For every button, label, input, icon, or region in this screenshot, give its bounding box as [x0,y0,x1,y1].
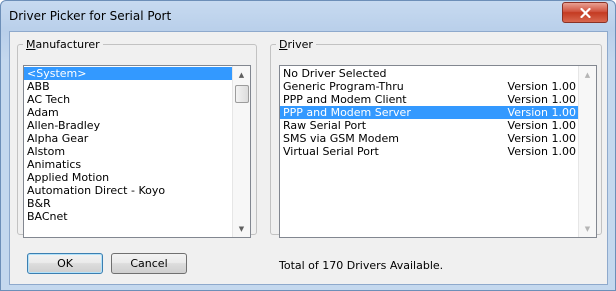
scroll-down-arrow-icon[interactable]: ▼ [233,220,250,237]
driver-version: Version 1.00 [507,106,576,119]
manufacturer-list-item[interactable]: <System> [24,67,233,80]
driver-version: Version 1.00 [507,119,576,132]
dialog-client-area: Manufacturer Driver <System> ABB AC Tech Ad… [9,31,608,285]
driver-list-item[interactable]: PPP and Modem Client Version 1.00 [280,93,579,106]
driver-list-item[interactable]: Generic Program-Thru Version 1.00 [280,80,579,93]
drivers-available-status: Total of 170 Drivers Available. [279,259,444,272]
driver-version: Version 1.00 [507,145,576,158]
title-bar[interactable]: Driver Picker for Serial Port [1,1,615,31]
manufacturer-list-item[interactable]: Allen-Bradley [24,119,233,132]
manufacturer-list-item[interactable]: B&R [24,197,233,210]
manufacturer-list-item[interactable]: Adam [24,106,233,119]
manufacturer-list-item[interactable]: Automation Direct - Koyo [24,184,233,197]
manufacturer-list-item[interactable]: BACnet [24,210,233,223]
driver-name: SMS via GSM Modem [283,132,399,145]
close-icon [579,7,591,18]
dialog-window: Driver Picker for Serial Port Manufactur… [0,0,616,291]
driver-list-item[interactable]: Raw Serial Port Version 1.00 [280,119,579,132]
close-button[interactable] [562,2,608,23]
manufacturer-list-item[interactable]: Alpha Gear [24,132,233,145]
driver-list-item[interactable]: Virtual Serial Port Version 1.00 [280,145,579,158]
driver-items: No Driver Selected Generic Program-Thru Ve… [280,67,579,158]
scroll-up-arrow-icon[interactable]: ▲ [579,66,596,83]
driver-list-item[interactable]: SMS via GSM Modem Version 1.00 [280,132,579,145]
scroll-thumb[interactable] [235,85,249,103]
manufacturer-list-item[interactable]: Alstom [24,145,233,158]
manufacturer-scrollbar[interactable]: ▲ ▼ [232,66,250,237]
driver-version: Version 1.00 [507,132,576,145]
scroll-up-arrow-icon[interactable]: ▲ [233,66,250,83]
ok-button[interactable]: OK [27,253,103,274]
driver-name: Generic Program-Thru [283,80,404,93]
manufacturer-listbox[interactable]: <System> ABB AC Tech Adam Allen-Bradley Alpha… [23,65,251,238]
driver-name: Virtual Serial Port [283,145,379,158]
window-title: Driver Picker for Serial Port [9,9,172,23]
driver-listbox[interactable]: No Driver Selected Generic Program-Thru Ve… [279,65,597,238]
manufacturer-group-label: Manufacturer [26,38,100,51]
driver-group-label: Driver [279,38,313,51]
driver-name: No Driver Selected [283,67,387,80]
manufacturer-list-item[interactable]: Applied Motion [24,171,233,184]
manufacturer-list-item[interactable]: ABB [24,80,233,93]
driver-version: Version 1.00 [507,93,576,106]
scroll-down-arrow-icon[interactable]: ▼ [579,220,596,237]
driver-list-item[interactable]: No Driver Selected [280,67,579,80]
driver-list-item[interactable]: PPP and Modem Server Version 1.00 [280,106,579,119]
manufacturer-list-item[interactable]: AC Tech [24,93,233,106]
driver-scrollbar[interactable]: ▲ ▼ [578,66,596,237]
manufacturer-list-item[interactable]: Animatics [24,158,233,171]
cancel-button[interactable]: Cancel [111,253,187,274]
driver-name: Raw Serial Port [283,119,367,132]
driver-name: PPP and Modem Client [283,93,407,106]
driver-version: Version 1.00 [507,80,576,93]
driver-name: PPP and Modem Server [283,106,411,119]
manufacturer-items: <System> ABB AC Tech Adam Allen-Bradley Alpha… [24,67,233,223]
